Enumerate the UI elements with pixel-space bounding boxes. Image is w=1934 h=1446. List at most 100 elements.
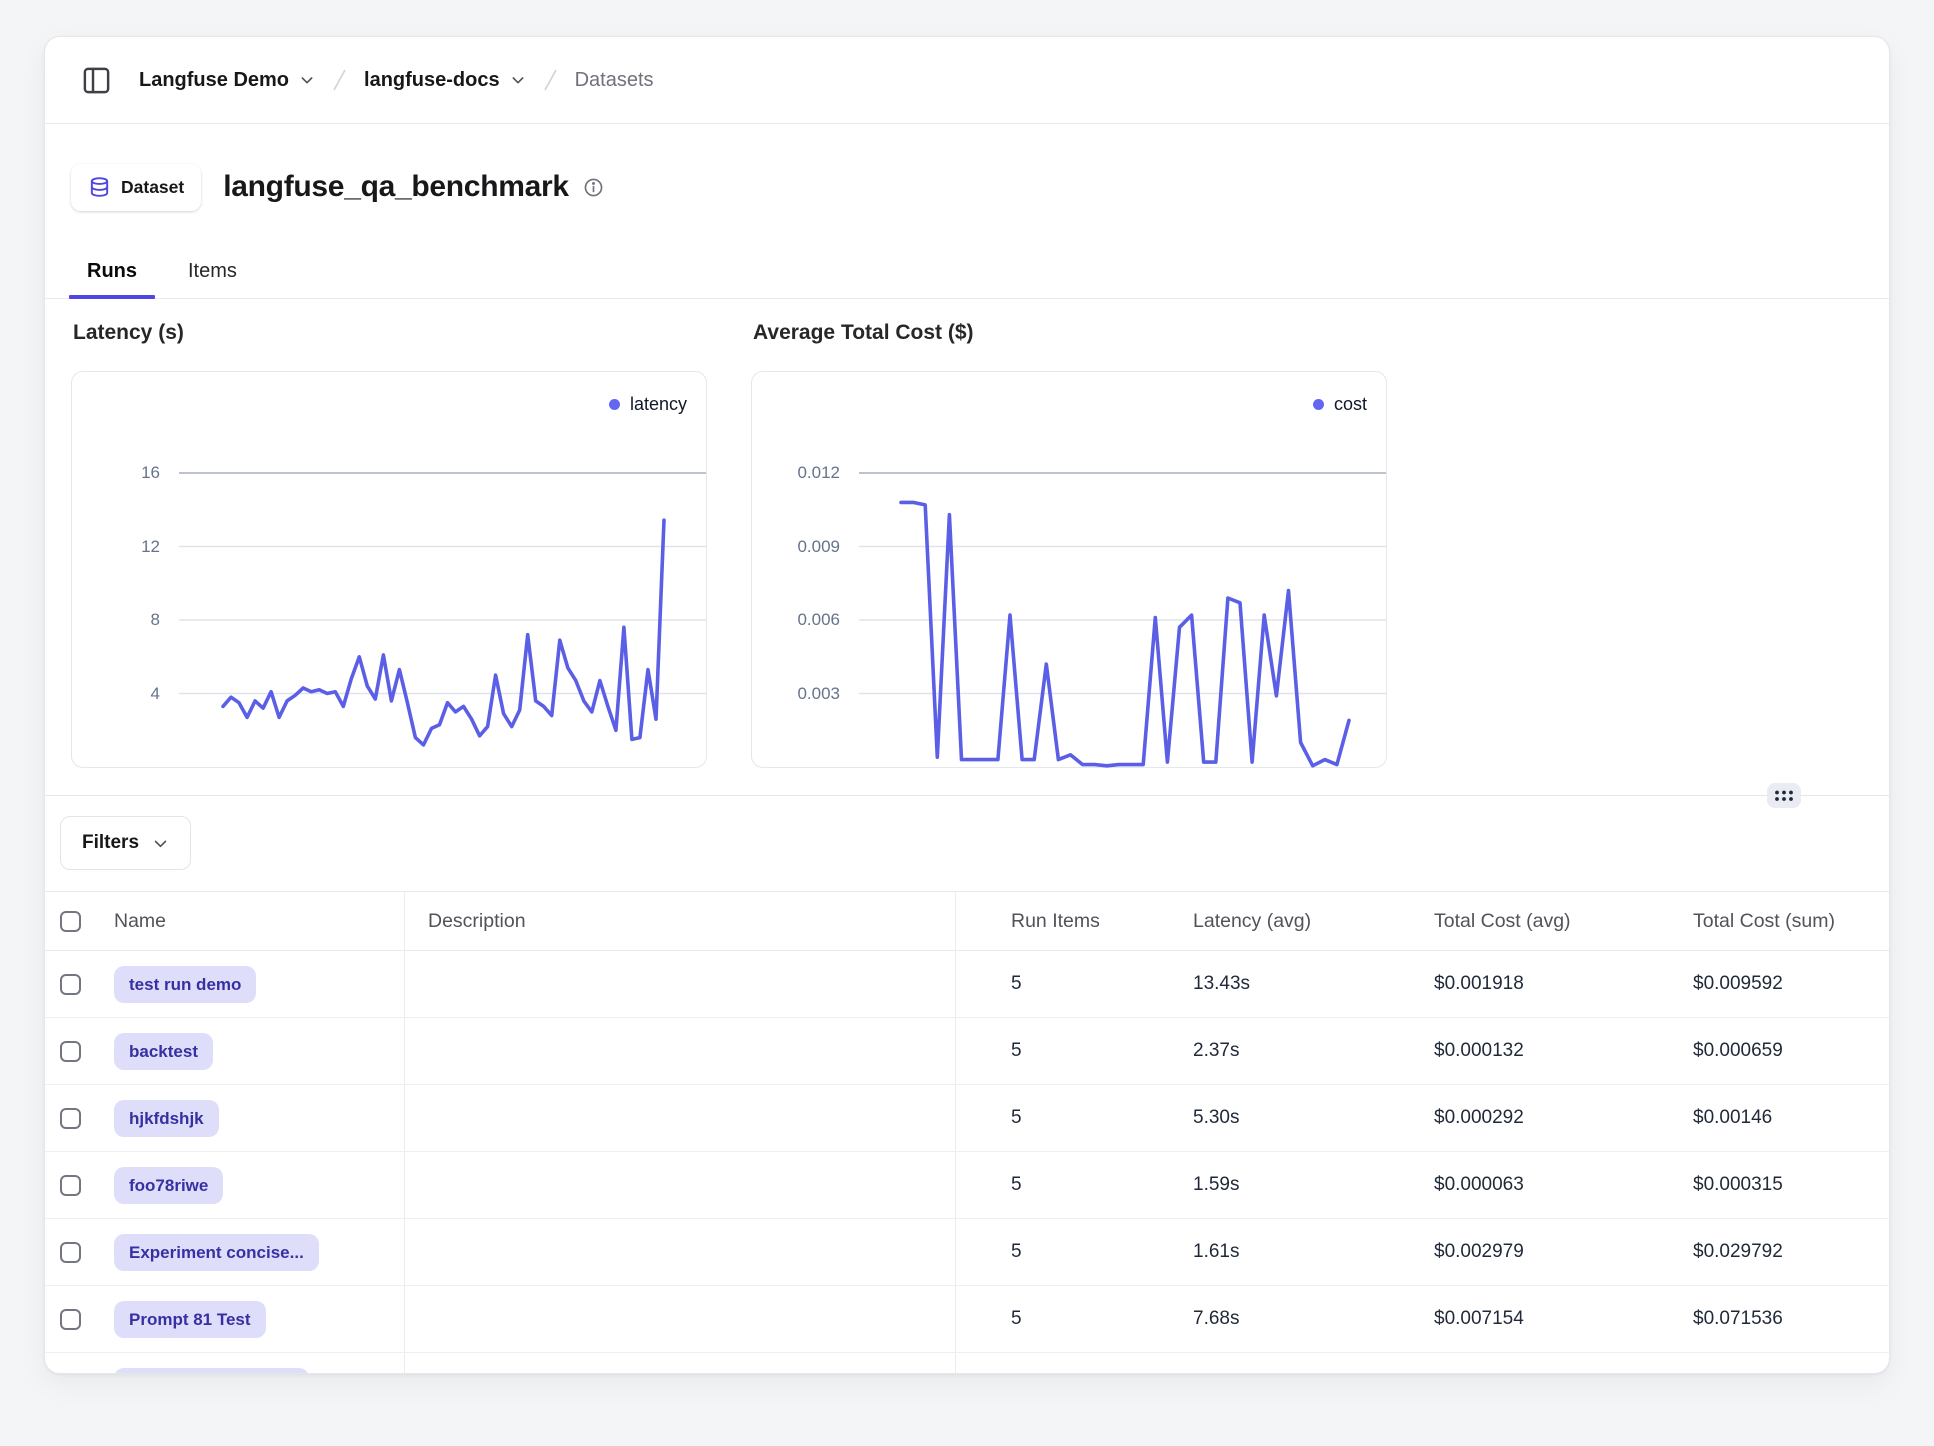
- cost-chart-block: Average Total Cost ($) cost 0.0120.0090.…: [751, 321, 1387, 768]
- run-name-badge[interactable]: foo78riwe: [114, 1167, 223, 1204]
- cell-name: foo78riwe: [45, 1152, 405, 1218]
- cell-total-cost-sum: $0.000659: [1638, 1018, 1889, 1084]
- cell-name: hjkfdshjk: [45, 1085, 405, 1151]
- table-row: test run demo 513.43s$0.001918$0.009592: [45, 951, 1889, 1018]
- cost-plot: [752, 372, 1388, 769]
- cell-latency-avg: 13.43s: [1138, 951, 1379, 1017]
- breadcrumb-page[interactable]: Datasets: [575, 69, 654, 92]
- row-checkbox[interactable]: [60, 1309, 81, 1330]
- tab-items-label: Items: [188, 260, 237, 282]
- chevron-down-icon: [299, 72, 315, 88]
- run-name-badge[interactable]: hjkfdshjk: [114, 1100, 219, 1137]
- cell-total-cost-avg: $0.001918: [1379, 951, 1638, 1017]
- cell-total-cost-sum: $0.000315: [1638, 1152, 1889, 1218]
- tab-runs[interactable]: Runs: [69, 250, 155, 298]
- cell-description: [405, 1219, 956, 1285]
- table-row: Prompt 81 Test57.68s$0.007154$0.071536: [45, 1286, 1889, 1353]
- project-name: langfuse-docs: [364, 69, 500, 92]
- row-checkbox[interactable]: [60, 974, 81, 995]
- page-name: Datasets: [575, 69, 654, 92]
- filters-label: Filters: [82, 832, 139, 854]
- cell-run-items: 5: [956, 1018, 1138, 1084]
- cell-description: [405, 951, 956, 1017]
- cell-total-cost-sum: $0.00146: [1638, 1085, 1889, 1151]
- cost-chart: cost 0.0120.0090.0060.003: [751, 371, 1387, 768]
- dataset-badge-label: Dataset: [121, 177, 184, 198]
- slash-separator: [542, 66, 559, 94]
- cell-name: test run demo: [45, 951, 405, 1017]
- tab-bar: Runs Items: [45, 250, 1889, 299]
- table-row: Experiment concise...51.61s$0.002979$0.0…: [45, 1219, 1889, 1286]
- org-name: Langfuse Demo: [139, 69, 289, 92]
- app-window: Langfuse Demo langfuse-docs Datasets Dat…: [44, 36, 1890, 1374]
- header-run-items: Run Items: [956, 892, 1138, 950]
- cell-total-cost-avg: $0.000063: [1379, 1152, 1638, 1218]
- cell-run-items: 5: [956, 1085, 1138, 1151]
- drag-handle[interactable]: [1767, 783, 1801, 808]
- title-row: Dataset langfuse_qa_benchmark: [45, 124, 1889, 224]
- cell-run-items: 5: [956, 1152, 1138, 1218]
- grip-dots-icon: [1773, 788, 1795, 803]
- cell-total-cost-sum: $0.009592: [1638, 951, 1889, 1017]
- cell-total-cost-sum: $0.029792: [1638, 1219, 1889, 1285]
- section-divider: [45, 795, 1889, 796]
- tab-items[interactable]: Items: [170, 250, 255, 298]
- cell-run-items: 5: [956, 1286, 1138, 1352]
- cell-description: [405, 1085, 956, 1151]
- run-name-badge[interactable]: backtest: [114, 1033, 213, 1070]
- table-row: foo78riwe 51.59s$0.000063$0.000315: [45, 1152, 1889, 1219]
- header-description-label: Description: [428, 910, 526, 933]
- panel-left-icon: [81, 65, 112, 96]
- row-checkbox[interactable]: [60, 1108, 81, 1129]
- table-row: [45, 1353, 1889, 1374]
- breadcrumb-project[interactable]: langfuse-docs: [364, 69, 526, 92]
- run-name-badge[interactable]: Experiment concise...: [114, 1234, 319, 1271]
- cell-total-cost-avg: [1379, 1353, 1638, 1374]
- cell-latency-avg: [1138, 1353, 1379, 1374]
- cell-name: backtest: [45, 1018, 405, 1084]
- row-checkbox[interactable]: [60, 1242, 81, 1263]
- cell-name: [45, 1353, 405, 1374]
- cell-total-cost-avg: $0.002979: [1379, 1219, 1638, 1285]
- sidebar-toggle-button[interactable]: [77, 61, 115, 99]
- tab-runs-label: Runs: [87, 260, 137, 282]
- run-name-badge[interactable]: [114, 1368, 309, 1374]
- cell-run-items: 5: [956, 951, 1138, 1017]
- select-all-checkbox[interactable]: [60, 911, 81, 932]
- cost-chart-title: Average Total Cost ($): [753, 321, 1387, 345]
- run-name-badge[interactable]: test run demo: [114, 966, 256, 1003]
- cell-latency-avg: 1.59s: [1138, 1152, 1379, 1218]
- cell-run-items: 5: [956, 1219, 1138, 1285]
- cell-name: Experiment concise...: [45, 1219, 405, 1285]
- header-name: Name: [45, 892, 405, 950]
- info-icon[interactable]: [583, 177, 604, 198]
- row-checkbox[interactable]: [60, 1175, 81, 1196]
- header-run-items-label: Run Items: [1011, 910, 1100, 933]
- chevron-down-icon: [152, 835, 169, 852]
- cell-description: [405, 1286, 956, 1352]
- dataset-badge: Dataset: [71, 164, 201, 211]
- latency-plot: [72, 372, 708, 769]
- cell-total-cost-avg: $0.000132: [1379, 1018, 1638, 1084]
- page-title: langfuse_qa_benchmark: [223, 170, 604, 204]
- header-latency-avg: Latency (avg): [1138, 892, 1379, 950]
- run-name-badge[interactable]: Prompt 81 Test: [114, 1301, 266, 1338]
- database-icon: [88, 176, 111, 199]
- cell-total-cost-sum: [1638, 1353, 1889, 1374]
- header-total-cost-sum-label: Total Cost (sum): [1693, 910, 1835, 933]
- table-row: hjkfdshjk55.30s$0.000292$0.00146: [45, 1085, 1889, 1152]
- cell-description: [405, 1018, 956, 1084]
- breadcrumb: Langfuse Demo langfuse-docs Datasets: [139, 66, 654, 94]
- row-checkbox[interactable]: [60, 1041, 81, 1062]
- filters-button[interactable]: Filters: [60, 816, 191, 870]
- cell-total-cost-avg: $0.000292: [1379, 1085, 1638, 1151]
- breadcrumb-org[interactable]: Langfuse Demo: [139, 69, 315, 92]
- slash-separator: [331, 66, 348, 94]
- cell-description: [405, 1353, 956, 1374]
- table-row: backtest52.37s$0.000132$0.000659: [45, 1018, 1889, 1085]
- header-name-label: Name: [114, 910, 166, 933]
- table-header-row: Name Description Run Items Latency (avg)…: [45, 892, 1889, 951]
- cell-latency-avg: 7.68s: [1138, 1286, 1379, 1352]
- latency-chart: latency 161284: [71, 371, 707, 768]
- cell-total-cost-sum: $0.071536: [1638, 1286, 1889, 1352]
